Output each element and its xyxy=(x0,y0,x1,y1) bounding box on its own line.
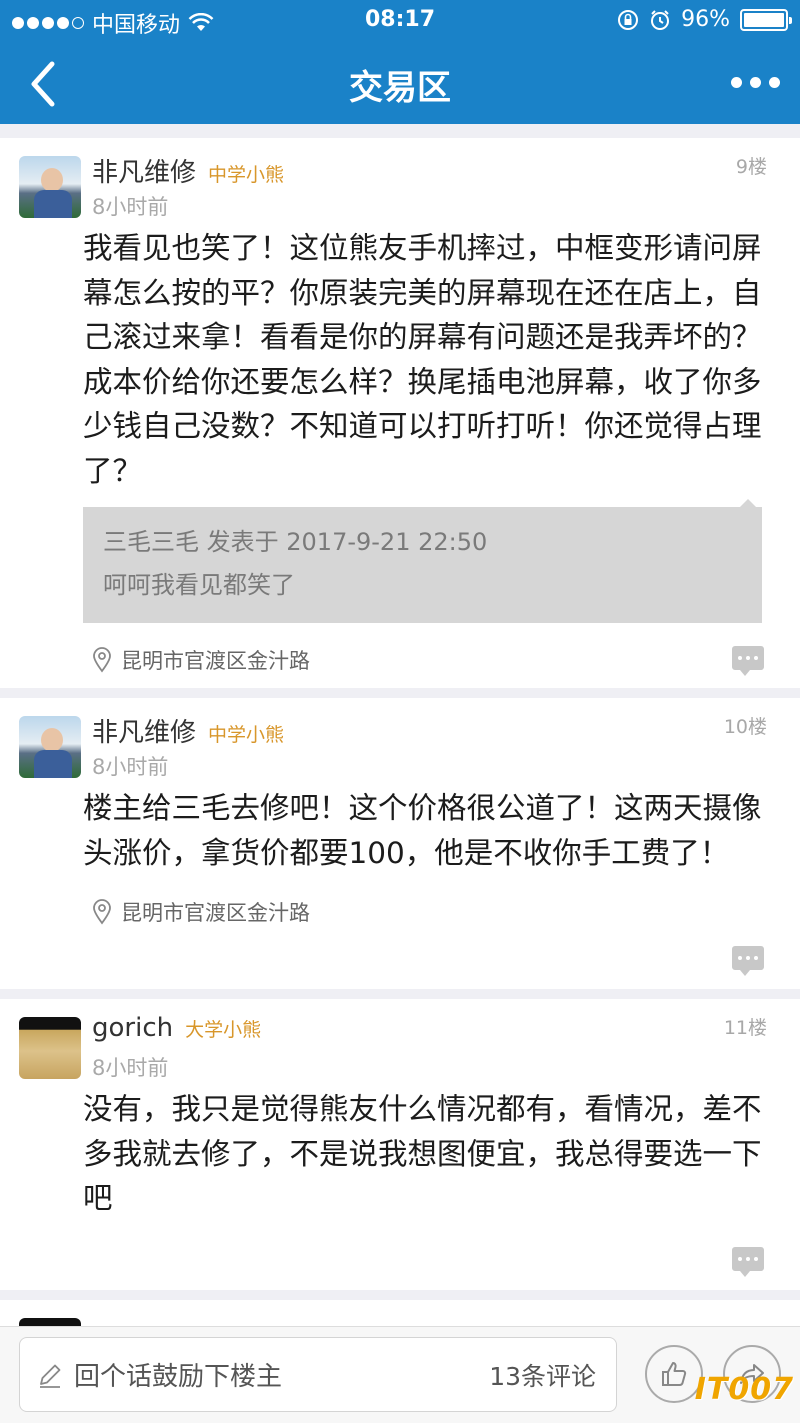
location-text: 昆明市官渡区金汁路 xyxy=(121,901,310,925)
post-location: 昆明市官渡区金汁路 xyxy=(91,645,800,675)
post-time: 8小时前 xyxy=(92,755,169,779)
comment-input[interactable]: 回个话鼓励下楼主 13条评论 xyxy=(19,1337,617,1412)
more-dot-icon xyxy=(730,76,742,88)
floor-number: 10楼 xyxy=(723,716,767,738)
location-text: 昆明市官渡区金汁路 xyxy=(121,649,310,673)
post-time: 8小时前 xyxy=(92,195,169,219)
rotation-lock-icon xyxy=(618,9,639,30)
username[interactable]: 非凡维修 xyxy=(92,712,196,749)
reply-button[interactable] xyxy=(732,1247,764,1277)
floor-number: 9楼 xyxy=(735,156,767,178)
comment-feed: 非凡维修 中学小熊 9楼 8小时前 我看见也笑了！这位熊友手机摔过，中框变形请问… xyxy=(0,138,800,1380)
battery-icon xyxy=(740,8,792,31)
comment-post: 非凡维修 中学小熊 10楼 8小时前 楼主给三毛去修吧！这个价格很公道了！这两天… xyxy=(0,698,800,989)
user-line: 非凡维修 中学小熊 xyxy=(92,712,284,749)
post-location: 昆明市官渡区金汁路 xyxy=(91,897,800,927)
username[interactable]: gorich xyxy=(92,1013,173,1043)
battery-percent: 96% xyxy=(681,7,730,32)
avatar[interactable] xyxy=(19,1017,81,1079)
more-dot-icon xyxy=(749,76,761,88)
location-pin-icon xyxy=(93,899,111,925)
nav-bar: 交易区 xyxy=(0,40,800,124)
avatar[interactable] xyxy=(19,156,81,218)
reply-button[interactable] xyxy=(732,946,764,976)
app-header: 中国移动 08:17 96% 交易区 xyxy=(0,0,800,124)
status-right: 96% xyxy=(617,7,792,32)
comment-placeholder: 回个话鼓励下楼主 xyxy=(74,1362,283,1392)
page-title: 交易区 xyxy=(349,68,451,108)
user-level-badge: 中学小熊 xyxy=(208,724,285,746)
comment-post: gorich 大学小熊 11楼 8小时前 没有，我只是觉得熊友什么情况都有，看情… xyxy=(0,999,800,1290)
quote-text: 呵呵我看见都笑了 xyxy=(103,571,295,599)
more-button[interactable] xyxy=(724,62,786,102)
pencil-icon xyxy=(40,1364,61,1388)
status-bar: 中国移动 08:17 96% xyxy=(0,0,800,40)
post-time: 8小时前 xyxy=(92,1056,169,1080)
thumbs-up-icon xyxy=(662,1362,687,1386)
comment-count[interactable]: 13条评论 xyxy=(489,1357,596,1393)
username[interactable]: 非凡维修 xyxy=(92,152,196,189)
avatar[interactable] xyxy=(19,716,81,778)
location-pin-icon xyxy=(93,647,111,673)
alarm-icon xyxy=(651,9,670,30)
bottom-bar: 回个话鼓励下楼主 13条评论 xyxy=(0,1326,800,1423)
user-line: 非凡维修 中学小熊 xyxy=(92,152,284,189)
reply-button[interactable] xyxy=(732,646,764,676)
user-level-badge: 中学小熊 xyxy=(208,164,285,186)
watermark-logo: IT007 xyxy=(694,1372,794,1407)
comment-post: 非凡维修 中学小熊 9楼 8小时前 我看见也笑了！这位熊友手机摔过，中框变形请问… xyxy=(0,138,800,688)
post-content: 我看见也笑了！这位熊友手机摔过，中框变形请问屏幕怎么按的平？你原装完美的屏幕现在… xyxy=(83,231,762,488)
more-dot-icon xyxy=(768,76,780,88)
user-level-badge: 大学小熊 xyxy=(185,1019,262,1041)
floor-number: 11楼 xyxy=(723,1017,767,1039)
quote-header: 三毛三毛 发表于 2017-9-21 22:50 xyxy=(103,528,488,556)
quoted-reply[interactable]: 三毛三毛 发表于 2017-9-21 22:50 呵呵我看见都笑了 xyxy=(83,499,762,623)
user-line: gorich 大学小熊 xyxy=(92,1013,261,1043)
